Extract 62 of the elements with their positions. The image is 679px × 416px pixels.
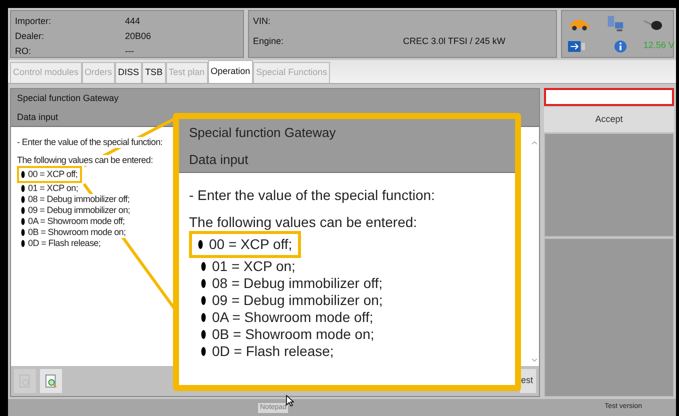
bullet-icon	[201, 330, 206, 339]
value-item: 08 = Debug immobilizer off;	[28, 194, 130, 205]
tab[interactable]: Operation	[208, 60, 254, 83]
scroll-up-icon	[530, 141, 538, 145]
zoom-in-icon	[44, 374, 58, 388]
tab[interactable]: TSB	[142, 62, 166, 83]
bullet-icon	[201, 262, 206, 271]
voltage-reading: 12.56 V	[643, 39, 673, 52]
bullet-icon	[21, 240, 25, 247]
bullet-icon	[21, 229, 25, 236]
panel-subtitle: Data input	[189, 150, 248, 169]
value-item: 00 = XCP off;	[28, 169, 78, 180]
tab[interactable]: DISS	[115, 62, 142, 83]
field-value: CREC 3.0l TFSI / 245 kW	[403, 35, 506, 48]
value-item: 01 = XCP on;	[28, 183, 78, 194]
value-item: 0A = Showroom mode off;	[212, 309, 374, 326]
field-value: 20B06	[125, 30, 152, 43]
value-item: 09 = Debug immobilizer on;	[28, 205, 130, 216]
value-item: 0B = Showroom mode on;	[28, 227, 126, 238]
bullet-icon	[201, 313, 206, 322]
field-label: Dealer:	[15, 30, 46, 43]
test-button[interactable]: est	[520, 369, 536, 393]
value-item: 0D = Flash release;	[212, 343, 334, 360]
usb-icon	[568, 40, 586, 52]
bullet-icon	[201, 279, 206, 288]
panel-title: Special function Gateway	[17, 92, 119, 106]
value-item: 01 = XCP on;	[212, 258, 296, 275]
value-item: 0B = Showroom mode on;	[212, 326, 374, 343]
field-value: ---	[125, 45, 135, 58]
value-item: 0D = Flash release;	[28, 238, 101, 249]
value-item: 09 = Debug immobilizer on;	[212, 292, 383, 309]
bullet-icon	[198, 240, 203, 249]
values-heading: The following values can be entered:	[189, 214, 418, 231]
bullet-icon	[21, 185, 25, 192]
bullet-icon	[21, 171, 25, 178]
info-icon	[614, 40, 627, 52]
value-item: 0A = Showroom mode off;	[28, 216, 125, 227]
instruction-text: - Enter the value of the special function:	[189, 187, 435, 204]
accept-button[interactable]: Accept	[544, 107, 674, 132]
value-item: 08 = Debug immobilizer off;	[212, 275, 383, 292]
bullet-icon	[21, 196, 25, 203]
scroll-down-icon	[530, 358, 538, 362]
panel-subtitle: Data input	[17, 110, 58, 124]
zoom-in-button[interactable]	[40, 369, 62, 393]
car-icon	[568, 18, 590, 31]
field-label: RO:	[15, 45, 32, 58]
bullet-icon	[201, 296, 206, 305]
field-label: VIN:	[253, 15, 272, 28]
key-icon	[643, 18, 664, 31]
value-input-field[interactable]	[544, 88, 674, 106]
instruction-text: - Enter the value of the special function:	[17, 137, 162, 148]
value-item: 00 = XCP off;	[209, 236, 292, 253]
cursor-icon	[286, 395, 294, 407]
values-heading: The following values can be entered:	[17, 155, 153, 166]
computer-network-icon	[606, 15, 624, 34]
bullet-icon	[201, 347, 206, 356]
bullet-icon	[21, 207, 25, 214]
field-label: Engine:	[253, 35, 285, 48]
panel-title: Special function Gateway	[189, 124, 336, 142]
field-label: Importer:	[15, 15, 52, 28]
field-value: 444	[125, 15, 142, 28]
bullet-icon	[21, 218, 25, 225]
